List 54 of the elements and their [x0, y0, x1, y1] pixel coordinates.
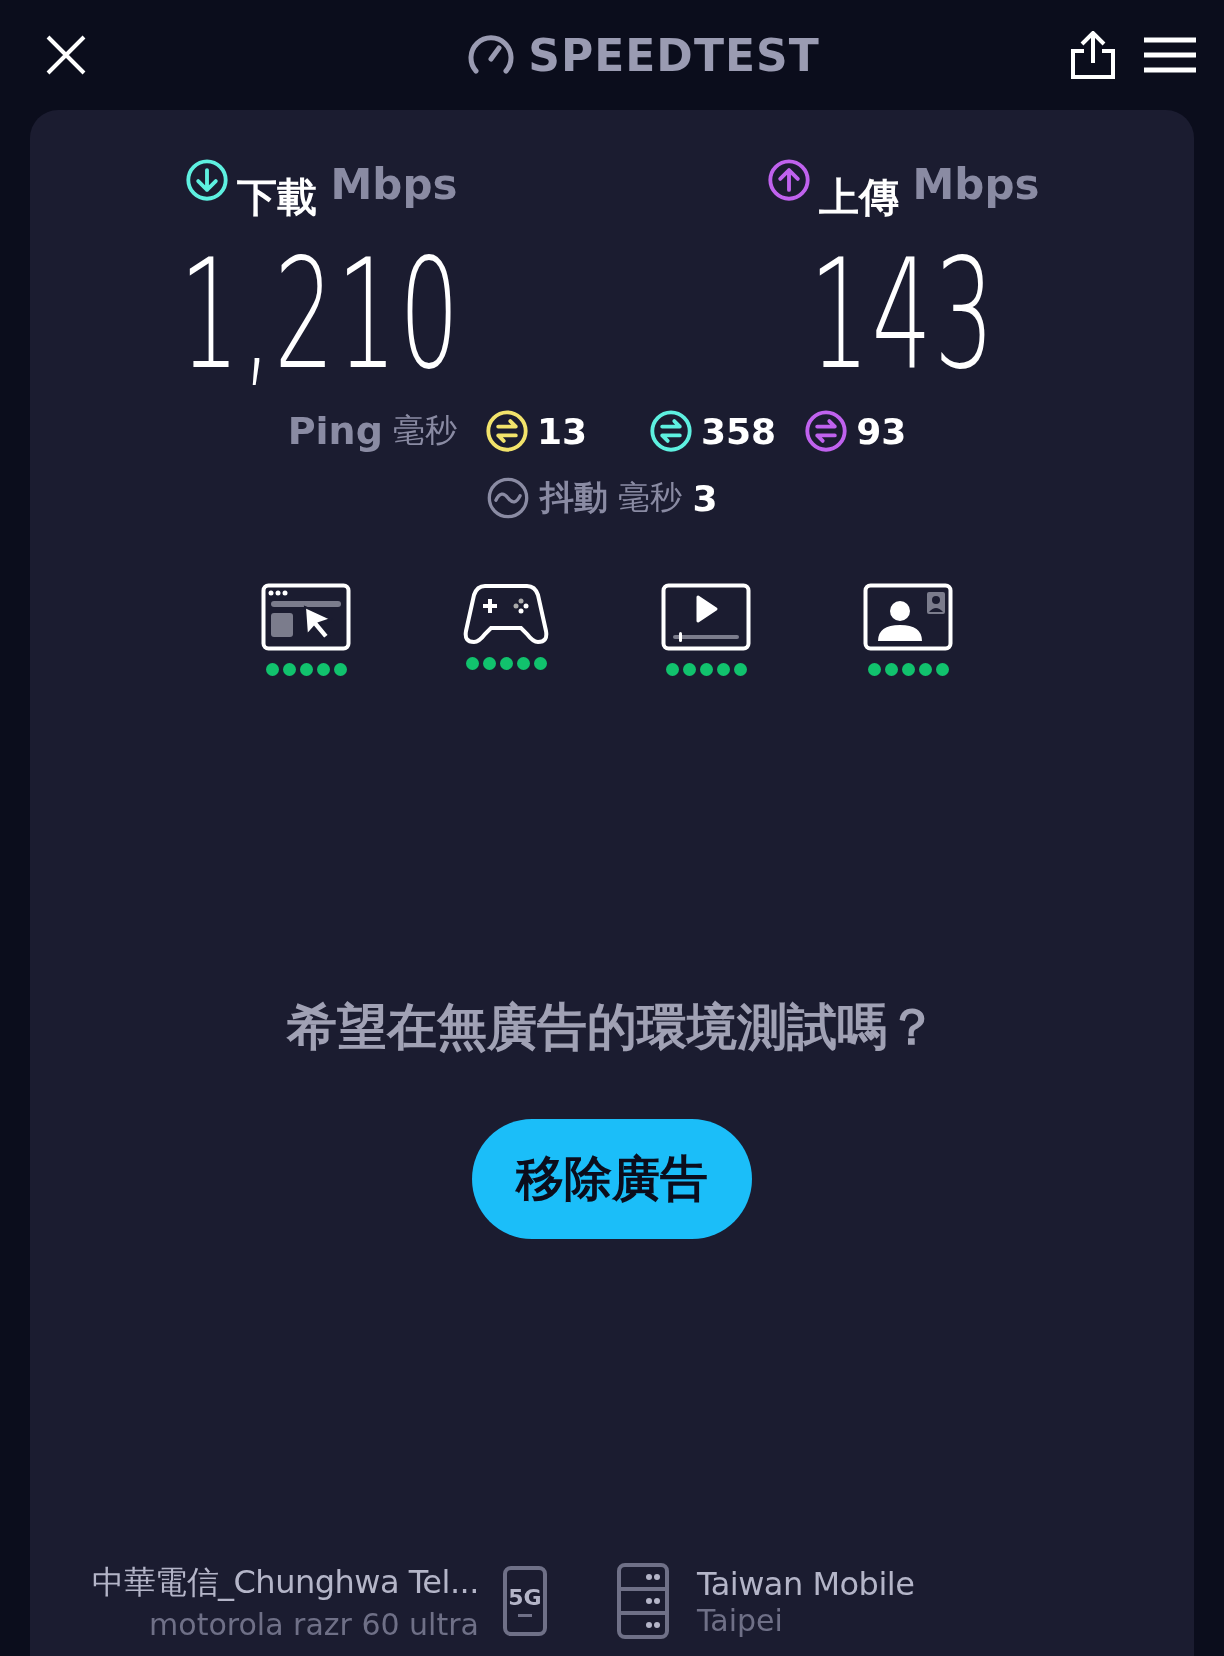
rating-dot [935, 663, 949, 676]
metric-label: 上傳 [818, 173, 899, 222]
promo-text: 希望在無廣告的環境測試嗎？ [285, 997, 938, 1058]
rating-dot [482, 657, 496, 670]
rating-dot [316, 663, 330, 676]
rating-dot [499, 657, 513, 670]
unit-label: 毫秒 [392, 410, 457, 451]
rating-dot [682, 663, 696, 676]
speedometer-logo-icon [468, 35, 515, 75]
ping-value: 93 [856, 410, 907, 452]
server-location: Taipei [696, 1602, 784, 1638]
jitter-icon [486, 476, 531, 520]
metric-label: 下載 [236, 173, 317, 222]
rating-dot [282, 663, 296, 676]
rating-dot [699, 663, 713, 676]
ping-value: 13 [536, 410, 587, 452]
rating-dot [901, 663, 915, 676]
share-icon[interactable] [1070, 31, 1116, 79]
rating-dot [918, 663, 932, 676]
rating-dot [716, 663, 730, 676]
upload-icon [766, 158, 811, 202]
unit-label: Mbps [912, 160, 1040, 209]
speed-value: 143 [809, 239, 997, 391]
remove-ads-button[interactable]: 移除廣告 [472, 1119, 752, 1239]
server-icon [616, 1563, 669, 1639]
rating-dot [333, 663, 347, 676]
rating-dot [299, 663, 313, 676]
menu-icon[interactable] [1144, 37, 1196, 73]
rating-dot [465, 657, 479, 670]
rating-dot [733, 663, 747, 676]
jitter-value: 3 [692, 477, 718, 519]
speed-value: 1,210 [179, 239, 463, 391]
rating-dot [533, 657, 547, 670]
download-icon [184, 158, 229, 202]
jitter-label: 抖動 [540, 476, 609, 519]
gamepad-icon [463, 583, 549, 645]
server-name: Taiwan Mobile [696, 1564, 915, 1603]
rating-dot [516, 657, 530, 670]
network-type: 5G [508, 1585, 542, 1610]
unit-label: 毫秒 [618, 477, 683, 518]
browser-icon [261, 583, 351, 651]
video-call-icon [863, 583, 953, 651]
unit-label: Mbps [330, 160, 458, 209]
provider-name: 中華電信_Chunghwa Tel... [92, 1561, 479, 1603]
rating-dot [867, 663, 881, 676]
rating-dot [884, 663, 898, 676]
ping-label: Ping [287, 409, 383, 453]
rating-dot [265, 663, 279, 676]
rating-dot [665, 663, 679, 676]
ping-value: 358 [701, 410, 777, 452]
video-player-icon [661, 583, 751, 651]
device-name: motorola razr 60 ultra [149, 1606, 479, 1642]
close-icon[interactable] [44, 33, 88, 77]
app-logo-text: SPEEDTEST [528, 29, 820, 81]
